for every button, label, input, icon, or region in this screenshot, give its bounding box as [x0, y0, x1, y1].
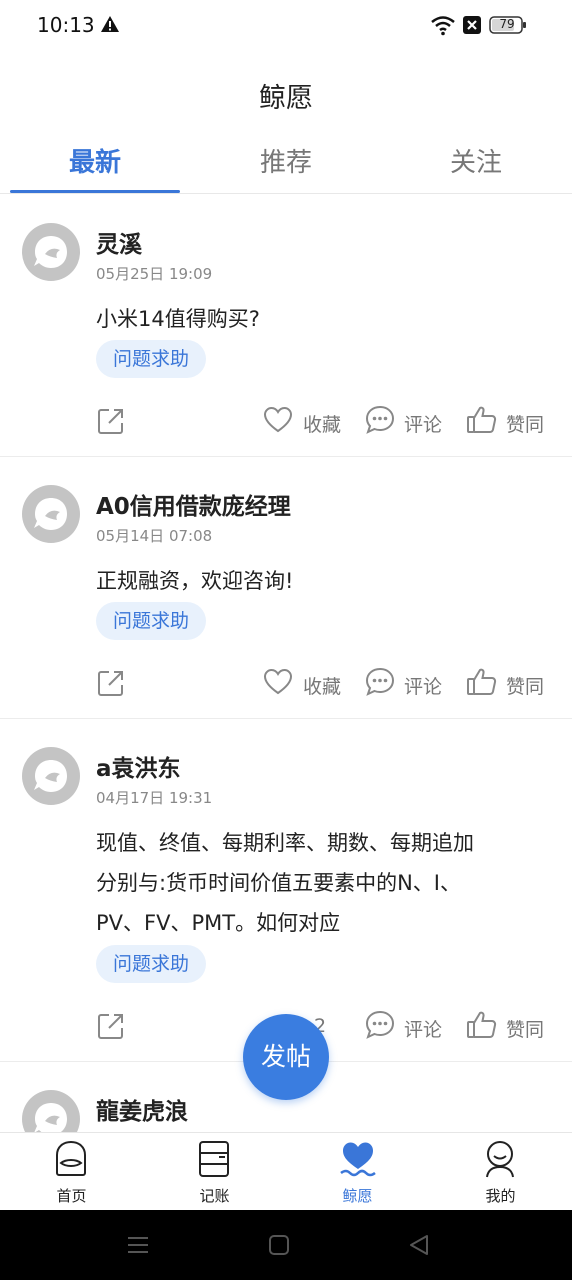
post-author[interactable]: 灵溪 [96, 225, 142, 259]
default-avatar-icon [34, 236, 67, 268]
post-card[interactable]: 灵溪 05月25日 19:09 小米14值得购买? 问题求助 收藏 评论 赞同 [0, 195, 572, 457]
comment-label: 评论 [404, 676, 443, 698]
like-label: 赞同 [506, 414, 545, 436]
nav-label-home: 首页 [56, 1187, 87, 1205]
back-icon[interactable] [405, 1231, 433, 1259]
new-post-button[interactable]: 发帖 [243, 1014, 329, 1100]
post-content[interactable]: 小米14值得购买? [96, 299, 542, 339]
default-avatar-icon [34, 1103, 67, 1132]
post-card[interactable]: a袁洪东 04月17日 19:31 现值、终值、每期利率、期数、每期追加 分别与… [0, 719, 572, 1062]
share-icon[interactable] [96, 1011, 126, 1041]
avatar[interactable] [22, 223, 80, 281]
avatar[interactable] [22, 747, 80, 805]
post-content-line: 分别与:货币时间价值五要素中的N、I、 [96, 871, 461, 895]
comment-button[interactable]: 评论 [364, 404, 444, 440]
wifi-icon [431, 16, 455, 36]
comment-button[interactable]: 评论 [364, 1009, 444, 1045]
nav-label-community: 鲸愿 [342, 1187, 373, 1205]
active-tab-indicator [10, 190, 180, 193]
post-content[interactable]: 正规融资，欢迎咨询! [96, 561, 542, 601]
tab-following[interactable]: 关注 [381, 142, 571, 179]
profile-icon [486, 1141, 514, 1178]
post-content-line: PV、FV、PMT。如何对应 [96, 911, 341, 935]
post-date: 04月17日 19:31 [96, 789, 213, 807]
recent-apps-icon[interactable] [124, 1231, 152, 1259]
home-button-icon[interactable] [265, 1231, 293, 1259]
favorite-label: 收藏 [303, 676, 342, 698]
whale-heart-icon [340, 1142, 376, 1177]
post-content[interactable]: 现值、终值、每期利率、期数、每期追加 分别与:货币时间价值五要素中的N、I、 P… [96, 823, 542, 943]
post-content-line: 现值、终值、每期利率、期数、每期追加 [96, 831, 474, 855]
share-icon[interactable] [96, 406, 126, 436]
home-icon [56, 1140, 86, 1176]
post-tag[interactable]: 问题求助 [96, 340, 207, 378]
post-actions: 收藏 评论 赞同 [0, 666, 572, 702]
system-navigation-bar [0, 1210, 572, 1280]
feed-tabs: 最新 推荐 关注 [0, 138, 572, 194]
post-tag[interactable]: 问题求助 [96, 945, 207, 983]
avatar[interactable] [22, 485, 80, 543]
favorite-label: 收藏 [303, 414, 342, 436]
post-date: 05月25日 19:09 [96, 265, 213, 283]
default-avatar-icon [34, 498, 67, 530]
nav-item-community[interactable]: 鲸愿 [286, 1133, 429, 1211]
post-author[interactable]: A0信用借款庞经理 [96, 487, 291, 521]
post-date: 05月14日 07:08 [96, 527, 213, 545]
share-icon[interactable] [96, 668, 126, 698]
post-card[interactable]: A0信用借款庞经理 05月14日 07:08 正规融资，欢迎咨询! 问题求助 收… [0, 457, 572, 719]
like-label: 赞同 [506, 1019, 545, 1041]
thumbs-up-icon [467, 1011, 497, 1038]
comment-label: 评论 [404, 414, 443, 436]
heart-icon [263, 406, 293, 433]
thumbs-up-icon [467, 406, 497, 433]
favorite-button[interactable]: 收藏 [262, 404, 342, 440]
comment-label: 评论 [404, 1019, 443, 1041]
like-button[interactable]: 赞同 [466, 666, 546, 702]
comment-icon [365, 1010, 395, 1039]
like-button[interactable]: 赞同 [466, 404, 546, 440]
post-author[interactable]: 龍姜虎浪 [96, 1092, 188, 1126]
comment-icon [365, 667, 395, 696]
tab-recommended[interactable]: 推荐 [191, 142, 381, 179]
post-tag[interactable]: 问题求助 [96, 602, 207, 640]
no-sim-icon [463, 16, 481, 34]
post-author[interactable]: a袁洪东 [96, 749, 181, 783]
bottom-nav: 首页 记账 鲸愿 我的 [0, 1132, 572, 1210]
tab-latest[interactable]: 最新 [0, 142, 190, 179]
warning-icon [101, 16, 119, 32]
post-feed[interactable]: 灵溪 05月25日 19:09 小米14值得购买? 问题求助 收藏 评论 赞同 … [0, 195, 572, 1132]
nav-item-home[interactable]: 首页 [0, 1133, 143, 1211]
status-bar: 10:13 79 [0, 0, 572, 52]
like-label: 赞同 [506, 676, 545, 698]
battery-level: 79 [499, 17, 515, 31]
avatar[interactable] [22, 1090, 80, 1132]
default-avatar-icon [34, 760, 67, 792]
comment-icon [365, 405, 395, 434]
nav-item-ledger[interactable]: 记账 [143, 1133, 286, 1211]
nav-label-ledger: 记账 [199, 1187, 230, 1205]
status-time: 10:13 [37, 13, 95, 37]
favorite-button[interactable]: 收藏 [262, 666, 342, 702]
heart-icon [263, 668, 293, 695]
nav-label-profile: 我的 [485, 1187, 516, 1205]
like-button[interactable]: 赞同 [466, 1009, 546, 1045]
thumbs-up-icon [467, 668, 497, 695]
nav-item-profile[interactable]: 我的 [429, 1133, 572, 1211]
page-title: 鲸愿 [259, 83, 313, 114]
comment-button[interactable]: 评论 [364, 666, 444, 702]
post-actions: 收藏 评论 赞同 [0, 404, 572, 440]
ledger-icon [199, 1141, 229, 1177]
